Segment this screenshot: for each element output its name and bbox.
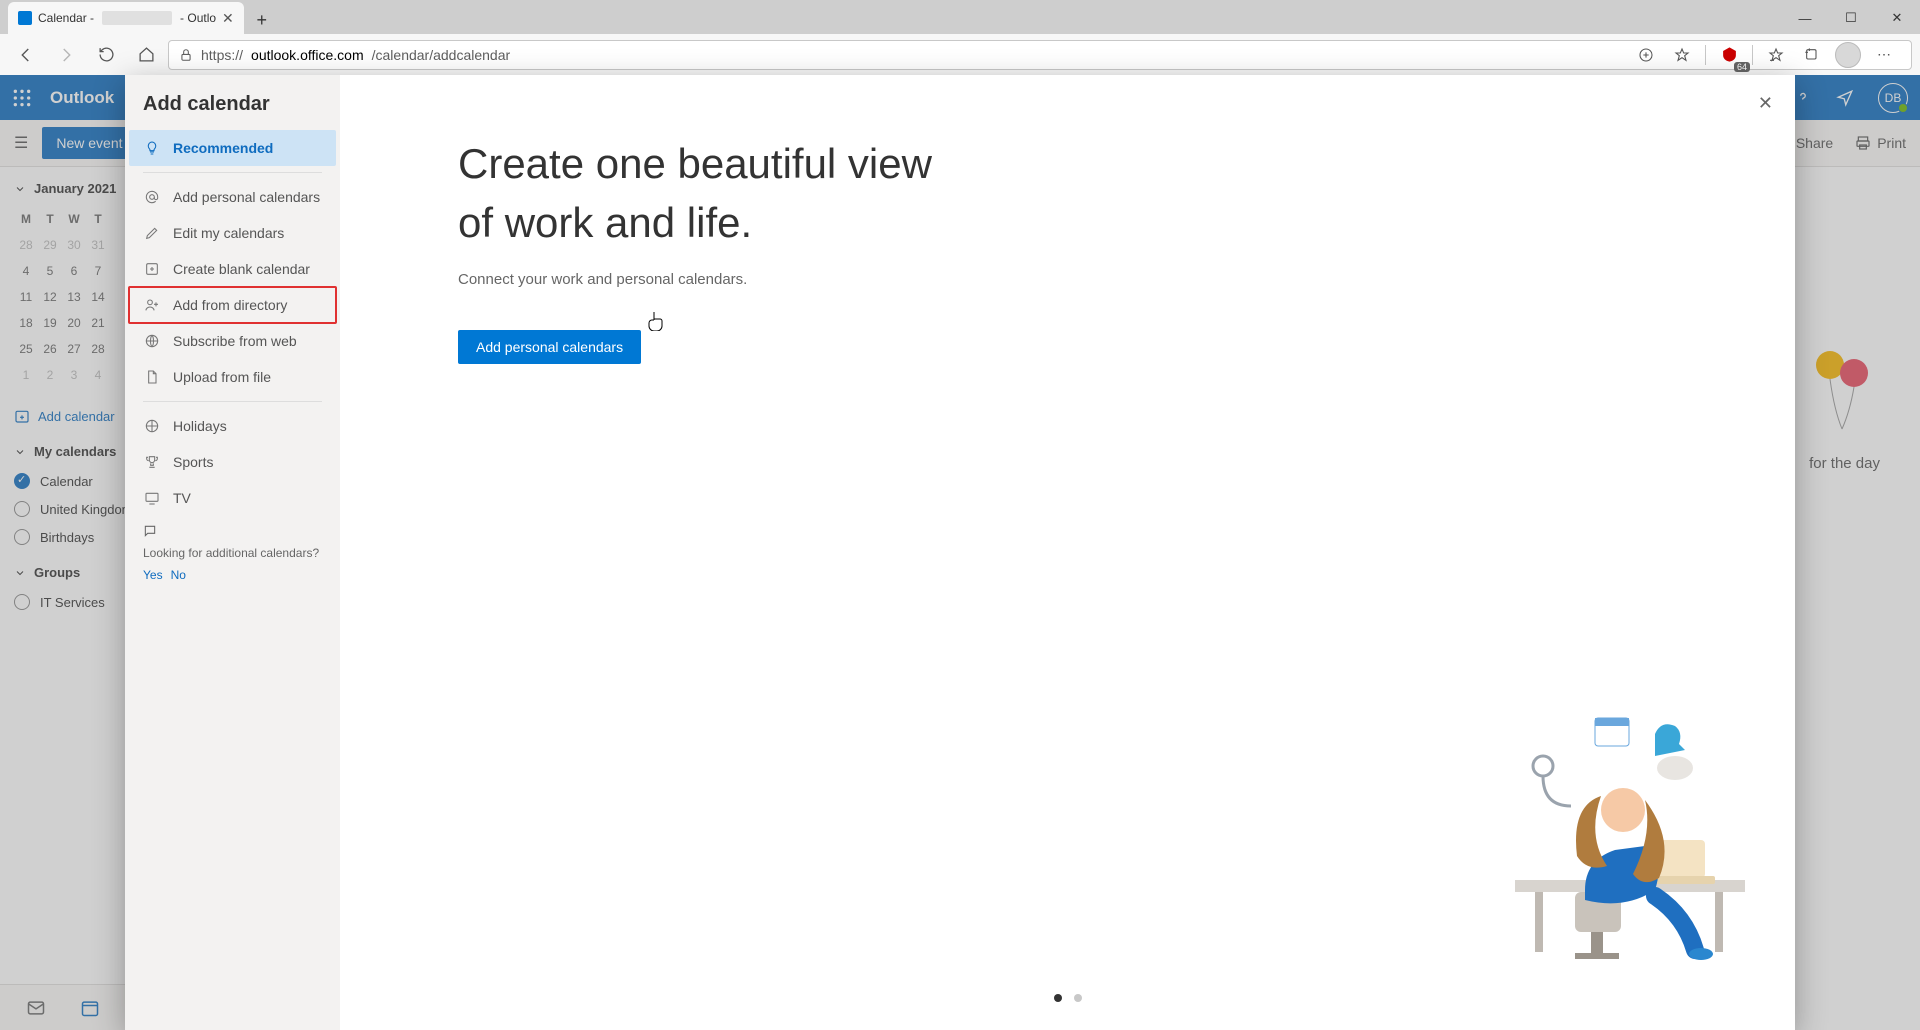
separator [1752, 45, 1753, 65]
extension-badge[interactable]: 64 [1712, 40, 1746, 70]
url-path: /calendar/addcalendar [372, 47, 511, 63]
forward-button[interactable] [48, 37, 84, 73]
tab-close-icon[interactable]: ✕ [222, 10, 234, 27]
add-page-button[interactable] [1629, 40, 1663, 70]
person-plus-icon [143, 297, 161, 313]
collections-button[interactable] [1795, 40, 1829, 70]
modal-side-label: Add from directory [173, 297, 287, 313]
refresh-button[interactable] [88, 37, 124, 73]
browser-chrome: Calendar - - Outlo ✕ + ― ☐ ✕ https:// out… [0, 0, 1920, 75]
browser-tab[interactable]: Calendar - - Outlo ✕ [8, 2, 244, 34]
modal-title: Add calendar [125, 93, 340, 130]
modal-side-label: Sports [173, 454, 213, 470]
modal-side-label: Subscribe from web [173, 333, 297, 349]
address-row: https:// outlook.office.com/calendar/addc… [0, 34, 1920, 75]
url-scheme: https:// [201, 47, 243, 63]
home-button[interactable] [128, 37, 164, 73]
modal-feedback-prompt: Looking for additional calendars? Yes No [125, 516, 340, 590]
tab-strip: Calendar - - Outlo ✕ + ― ☐ ✕ [0, 0, 1920, 34]
pager-dot-1[interactable] [1054, 994, 1062, 1002]
cursor-icon [648, 311, 664, 331]
lock-icon [179, 48, 193, 62]
minimize-button[interactable]: ― [1782, 2, 1828, 34]
modal-main: ✕ Create one beautiful view of work and … [340, 75, 1795, 1030]
close-window-button[interactable]: ✕ [1874, 2, 1920, 34]
favorites-list-button[interactable] [1759, 40, 1793, 70]
favorite-button[interactable] [1665, 40, 1699, 70]
plus-square-icon [143, 261, 161, 277]
extension-count: 64 [1734, 62, 1750, 72]
carousel-pager [1054, 994, 1082, 1002]
tab-title-redacted [102, 11, 172, 25]
globe2-icon [143, 418, 161, 434]
modal-side-item-subscribe[interactable]: Subscribe from web [129, 323, 336, 359]
tab-title-prefix: Calendar - [38, 11, 94, 25]
modal-side-label: Add personal calendars [173, 189, 320, 205]
separator [1705, 45, 1706, 65]
hero-subtitle: Connect your work and personal calendars… [458, 271, 1795, 288]
modal-side-item-recommended[interactable]: Recommended [129, 130, 336, 166]
modal-close-button[interactable]: ✕ [1758, 93, 1773, 114]
address-bar[interactable]: https:// outlook.office.com/calendar/addc… [168, 40, 1912, 70]
modal-side-item-upload[interactable]: Upload from file [129, 359, 336, 395]
modal-side-item-blank[interactable]: Create blank calendar [129, 251, 336, 287]
lightbulb-icon [143, 140, 161, 156]
file-icon [143, 369, 161, 385]
trophy-icon [143, 454, 161, 470]
modal-side-item-tv[interactable]: TV [129, 480, 336, 516]
modal-sidebar: Add calendar Recommended Add personal cal… [125, 75, 340, 1030]
pencil-icon [143, 225, 161, 241]
modal-side-label: Holidays [173, 418, 227, 434]
add-personal-calendars-button[interactable]: Add personal calendars [458, 330, 641, 364]
favicon-icon [18, 11, 32, 25]
app: Outlook Search Meet now DB ☰ New event S… [0, 75, 1920, 1030]
more-button[interactable]: ⋯ [1867, 40, 1901, 70]
feedback-text: Looking for additional calendars? [143, 546, 319, 560]
globe-icon [143, 333, 161, 349]
modal-side-label: TV [173, 490, 191, 506]
hero-title: Create one beautiful view of work and li… [458, 135, 978, 253]
maximize-button[interactable]: ☐ [1828, 2, 1874, 34]
new-tab-button[interactable]: + [248, 6, 276, 34]
modal-side-label: Upload from file [173, 369, 271, 385]
tv-icon [143, 490, 161, 506]
modal-side-item-directory[interactable]: Add from directory [129, 287, 336, 323]
modal-side-label: Recommended [173, 140, 273, 156]
feedback-no-link[interactable]: No [171, 568, 186, 582]
tab-title-suffix: - Outlo [180, 11, 216, 25]
back-button[interactable] [8, 37, 44, 73]
modal-side-item-add-personal[interactable]: Add personal calendars [129, 179, 336, 215]
profile-button[interactable] [1831, 40, 1865, 70]
modal-side-label: Edit my calendars [173, 225, 284, 241]
modal-side-label: Create blank calendar [173, 261, 310, 277]
modal-side-item-holidays[interactable]: Holidays [129, 408, 336, 444]
modal-side-item-sports[interactable]: Sports [129, 444, 336, 480]
feedback-yes-link[interactable]: Yes [143, 568, 163, 582]
pager-dot-2[interactable] [1074, 994, 1082, 1002]
chat-icon [143, 524, 157, 538]
hero-illustration [1505, 710, 1765, 970]
modal-side-item-edit[interactable]: Edit my calendars [129, 215, 336, 251]
at-icon [143, 189, 161, 205]
window-controls: ― ☐ ✕ [1782, 2, 1920, 34]
url-host: outlook.office.com [251, 47, 364, 63]
add-calendar-modal: Add calendar Recommended Add personal cal… [125, 75, 1795, 1030]
